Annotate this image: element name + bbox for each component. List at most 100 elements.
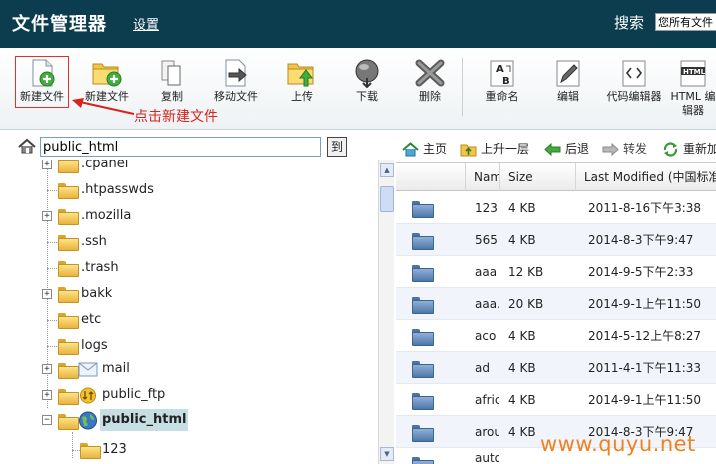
reload-icon	[663, 142, 678, 157]
table-row[interactable]: 565 4 KB 2014-8-3下午9:47	[396, 224, 716, 256]
code-editor-button[interactable]: 代码编辑器	[606, 58, 662, 104]
column-modified-header[interactable]: Last Modified (中国标准	[576, 163, 716, 191]
expand-toggle-icon[interactable]: +	[42, 160, 52, 169]
file-name: ad	[475, 361, 490, 375]
tree-item-123[interactable]: 123	[0, 439, 378, 461]
move-file-icon	[220, 58, 252, 88]
table-row[interactable]: ad 4 KB 2011-4-1下午11:33	[396, 352, 716, 384]
file-name: aaa.	[475, 297, 499, 311]
file-modified: 2014-9-1上午11:50	[588, 297, 702, 311]
go-button[interactable]: 到	[327, 137, 347, 157]
delete-button[interactable]: 删除	[412, 58, 448, 104]
folder-icon	[412, 457, 434, 464]
move-file-label: 移动文件	[214, 90, 258, 103]
folder-icon	[58, 235, 79, 251]
tree-item-bakk[interactable]: + bakk	[0, 283, 378, 305]
file-navigation-bar: 主页 上升一层 后退 转发 重新加	[396, 137, 716, 161]
file-size: 20 KB	[508, 297, 544, 311]
nav-forward-label: 转发	[623, 142, 648, 156]
watermark: www.quyu.net	[540, 432, 696, 456]
table-row[interactable]: aco 4 KB 2014-5-12上午8:27	[396, 320, 716, 352]
tree-item-mail[interactable]: + mail	[0, 358, 378, 380]
collapse-toggle-icon[interactable]: −	[42, 415, 52, 425]
html-editor-icon: HTML	[677, 58, 709, 88]
file-name: afric	[475, 393, 499, 407]
copy-button[interactable]: 复制	[152, 58, 192, 104]
folder-icon	[412, 201, 434, 218]
tree-item-public-html[interactable]: − public_html	[0, 409, 378, 431]
tree-connector	[47, 320, 57, 321]
nav-reload-button[interactable]: 重新加	[662, 140, 716, 158]
file-modified: 2011-8-16下午3:38	[588, 201, 702, 215]
tree-item-public-ftp[interactable]: + public_ftp	[0, 384, 378, 406]
code-editor-label: 代码编辑器	[606, 90, 662, 103]
column-name-header[interactable]: Nam	[466, 163, 500, 191]
tree-item-label: .ssh	[81, 234, 107, 249]
nav-back-label: 后退	[565, 142, 590, 156]
table-row[interactable]: afric 4 KB 2014-9-1上午11:50	[396, 384, 716, 416]
folder-icon	[58, 160, 79, 173]
html-editor-button[interactable]: HTML HTML 编辑器	[670, 58, 716, 118]
expand-toggle-icon[interactable]: +	[42, 211, 52, 221]
tree-item-ssh[interactable]: .ssh	[0, 231, 378, 253]
folder-icon	[58, 261, 79, 277]
scroll-thumb[interactable]	[380, 186, 394, 212]
table-row[interactable]: aaa 12 KB 2014-9-5下午2:33	[396, 256, 716, 288]
delete-label: 删除	[419, 90, 441, 103]
expand-toggle-icon[interactable]: +	[42, 390, 52, 400]
download-button[interactable]: 下载	[349, 58, 385, 104]
tree-item-logs[interactable]: logs	[0, 335, 378, 357]
tree-connector	[47, 346, 57, 347]
folder-icon	[412, 265, 434, 282]
nav-forward-button[interactable]: 转发	[602, 140, 647, 158]
file-name: auto	[475, 451, 499, 464]
file-name: 565	[475, 233, 498, 247]
folder-icon	[58, 183, 79, 199]
nav-home-button[interactable]: 主页	[402, 140, 447, 158]
copy-icon	[156, 58, 188, 88]
rename-button[interactable]: A B 重命名	[482, 58, 522, 104]
tree-item-label: .mozilla	[81, 208, 132, 223]
path-input[interactable]	[40, 137, 321, 157]
nav-up-button[interactable]: 上升一层	[460, 140, 529, 158]
column-size-header[interactable]: Size	[500, 163, 576, 191]
file-size: 12 KB	[508, 265, 544, 279]
scroll-down-icon[interactable]: ▼	[380, 447, 394, 461]
edit-button[interactable]: 编辑	[548, 58, 588, 104]
expand-toggle-icon[interactable]: +	[42, 364, 52, 374]
tree-item-label: mail	[102, 361, 130, 376]
table-row[interactable]: aaa. 20 KB 2014-9-1上午11:50	[396, 288, 716, 320]
nav-home-label: 主页	[423, 142, 448, 156]
upload-button[interactable]: 上传	[284, 58, 320, 104]
tree-connector	[47, 190, 57, 191]
back-arrow-icon	[544, 142, 561, 157]
mail-folder-icon	[78, 362, 98, 377]
file-size: 4 KB	[508, 393, 536, 407]
folder-icon	[58, 209, 79, 225]
column-icon-header	[396, 163, 466, 191]
search-scope-select[interactable]: 您所有文件	[655, 13, 716, 31]
tree-item-mozilla[interactable]: + .mozilla	[0, 205, 378, 227]
file-modified: 2014-5-12上午8:27	[588, 329, 702, 343]
new-folder-icon	[91, 58, 123, 88]
tree-item-trash[interactable]: .trash	[0, 257, 378, 279]
tree-item-etc[interactable]: etc	[0, 309, 378, 331]
file-modified: 2014-9-5下午2:33	[588, 265, 694, 279]
scroll-up-icon[interactable]: ▲	[380, 163, 394, 177]
home-icon[interactable]	[17, 138, 37, 154]
upload-icon	[286, 58, 318, 88]
folder-icon	[58, 389, 79, 405]
table-row[interactable]: 123 4 KB 2011-8-16下午3:38	[396, 192, 716, 224]
nav-back-button[interactable]: 后退	[544, 140, 589, 158]
file-size: 4 KB	[508, 361, 536, 375]
expand-toggle-icon[interactable]: +	[42, 289, 52, 299]
tree-item-label: .cpanel	[81, 160, 129, 171]
settings-link[interactable]: 设置	[133, 14, 159, 33]
tree-scrollbar[interactable]: ▲ ▼	[378, 160, 394, 464]
tree-item-cpanel[interactable]: + .cpanel	[0, 160, 378, 175]
move-file-button[interactable]: 移动文件	[208, 58, 264, 104]
file-name: 123	[475, 201, 498, 215]
app-title: 文件管理器	[12, 14, 107, 35]
folder-icon	[58, 287, 79, 303]
tree-item-htpasswds[interactable]: .htpasswds	[0, 179, 378, 201]
